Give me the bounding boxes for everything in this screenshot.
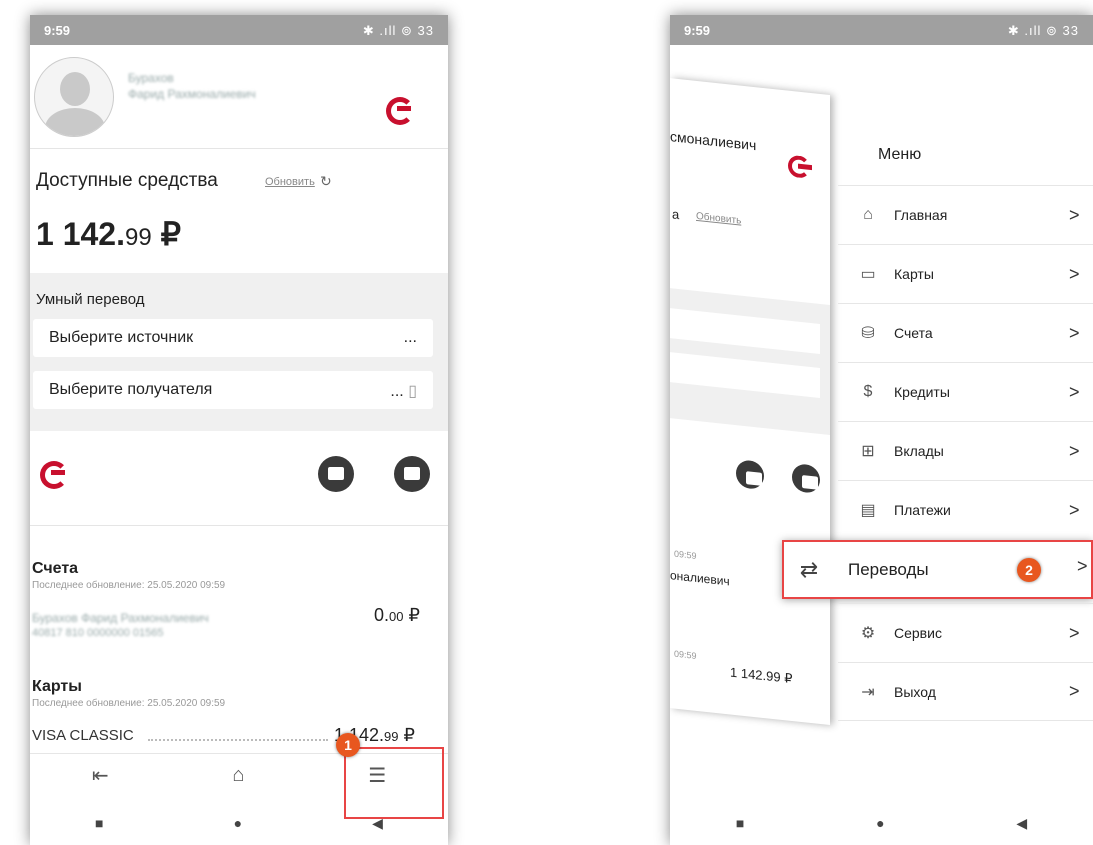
menu-title: Меню xyxy=(878,146,922,163)
card-icon: ▭ xyxy=(860,266,876,283)
smart-transfer-title: Умный перевод xyxy=(36,291,145,308)
menu-item-accounts[interactable]: ⛁ Счета > xyxy=(838,303,1093,362)
divider xyxy=(30,525,448,526)
home-icon: ⌂ xyxy=(863,206,873,223)
profile-surname: Бурахов xyxy=(128,71,174,85)
back-icon[interactable]: ◀ xyxy=(1016,815,1027,832)
home-icon[interactable]: ⌂ xyxy=(232,764,244,787)
behind-time-2: 09:59 xyxy=(674,648,697,661)
account-number: 40817 810 0000000 01565 xyxy=(32,627,164,639)
menu-item-loans[interactable]: $ Кредиты > xyxy=(838,362,1093,421)
transfer-icon: ⇄ xyxy=(799,556,819,582)
step-badge-2: 2 xyxy=(1017,558,1041,582)
android-nav: ■ ● ◀ xyxy=(670,801,1093,845)
bank-logo-icon xyxy=(788,154,810,179)
settings-icon: ⚙ xyxy=(860,625,876,642)
behind-name-2: оналиевич xyxy=(670,568,730,589)
step-badge-1: 1 xyxy=(336,733,360,757)
divider xyxy=(30,148,448,149)
select-source-field[interactable]: Выберите источник... xyxy=(33,319,433,357)
menu-item-logout[interactable]: ⇥ Выход > xyxy=(838,662,1093,721)
status-bar: 9:59 ✱ .ıll ⊚ 33 xyxy=(30,15,448,45)
smart-transfer-panel: Умный перевод Выберите источник... Выбер… xyxy=(30,273,448,431)
behind-amount: 1 142.99 ₽ xyxy=(730,664,793,687)
calendar-icon[interactable] xyxy=(318,456,354,492)
status-bar: 9:59 ✱ .ıll ⊚ 33 xyxy=(670,15,1093,45)
chevron-right-icon: > xyxy=(1069,622,1080,643)
profile-name: Фарид Рахмоналиевич xyxy=(128,87,256,101)
behind-panel xyxy=(670,288,830,435)
phone-screen-menu: 9:59 ✱ .ıll ⊚ 33 смоналиевич а Обновить … xyxy=(670,15,1093,845)
cards-title: Карты xyxy=(32,678,82,695)
status-icons: ✱ .ıll ⊚ 33 xyxy=(362,23,434,38)
home-button-icon[interactable]: ● xyxy=(234,815,242,831)
menu-item-payments[interactable]: ▤ Платежи > xyxy=(838,480,1093,539)
calendar-icon xyxy=(736,459,764,491)
recent-apps-icon[interactable]: ■ xyxy=(95,815,103,831)
phonebook-icon[interactable]: ▯ xyxy=(408,383,417,400)
mail-icon[interactable] xyxy=(394,456,430,492)
accounts-title: Счета xyxy=(32,560,79,577)
status-time: 9:59 xyxy=(684,23,711,38)
refresh-icon[interactable]: ↻ xyxy=(320,173,332,190)
deposit-icon: ⊞ xyxy=(861,443,875,460)
background-main-screen: смоналиевич а Обновить 09:59 оналиевич 0… xyxy=(670,78,830,725)
menu-item-home[interactable]: ⌂ Главная > xyxy=(838,185,1093,244)
logout-icon[interactable]: ⇤ xyxy=(92,763,109,788)
chevron-right-icon: > xyxy=(1069,322,1080,343)
back-icon[interactable]: ◀ xyxy=(372,815,383,832)
chevron-right-icon: > xyxy=(1069,440,1080,461)
card-name[interactable]: VISA CLASSIC xyxy=(32,727,134,744)
home-button-icon[interactable]: ● xyxy=(876,815,884,831)
menu-item-transfers[interactable]: ⇄ Переводы xyxy=(782,540,1093,599)
behind-time-1: 09:59 xyxy=(674,548,697,561)
phone-screen-main: 9:59 ✱ .ıll ⊚ 33 Бурахов Фарид Рахмонали… xyxy=(30,15,448,845)
avatar[interactable] xyxy=(34,57,114,137)
loan-icon: $ xyxy=(863,383,873,400)
menu-item-cards[interactable]: ▭ Карты > xyxy=(838,244,1093,303)
account-balance: 0.00 ₽ xyxy=(374,605,420,625)
cards-updated: Последнее обновление: 25.05.2020 09:59 xyxy=(32,698,226,709)
coins-icon: ⛁ xyxy=(861,325,875,342)
dotted-leader xyxy=(148,727,328,741)
behind-funds: а xyxy=(672,206,680,223)
available-funds-label: Доступные средства xyxy=(36,170,218,191)
chevron-right-icon: > xyxy=(1069,263,1080,284)
chevron-right-icon: > xyxy=(1069,499,1080,520)
bank-logo-icon xyxy=(386,97,414,125)
document-icon: ▤ xyxy=(860,502,876,519)
bank-logo-icon-2 xyxy=(40,461,68,489)
mail-icon xyxy=(792,463,820,494)
balance-amount: 1 142.99 ₽ xyxy=(36,216,181,252)
chevron-right-icon: > xyxy=(1069,381,1080,402)
refresh-link[interactable]: Обновить xyxy=(265,176,315,188)
chevron-right-icon: > xyxy=(1069,204,1080,225)
status-time: 9:59 xyxy=(44,23,71,38)
chevron-right-icon: > xyxy=(1077,556,1088,576)
accounts-updated: Последнее обновление: 25.05.2020 09:59 xyxy=(32,580,226,591)
menu-item-deposits[interactable]: ⊞ Вклады > xyxy=(838,421,1093,480)
android-nav: ■ ● ◀ xyxy=(30,801,448,845)
chevron-right-icon: > xyxy=(1069,681,1080,701)
menu-item-service[interactable]: ⚙ Сервис > xyxy=(838,603,1093,662)
logout-icon: ⇥ xyxy=(861,683,875,701)
recent-apps-icon[interactable]: ■ xyxy=(736,815,744,831)
account-owner[interactable]: Бурахов Фарид Рахмоналиевич xyxy=(32,611,209,625)
status-icons: ✱ .ıll ⊚ 33 xyxy=(1007,23,1079,38)
behind-name: смоналиевич xyxy=(670,128,757,154)
select-recipient-field[interactable]: Выберите получателя ... ▯ xyxy=(33,371,433,409)
behind-refresh: Обновить xyxy=(696,210,742,227)
